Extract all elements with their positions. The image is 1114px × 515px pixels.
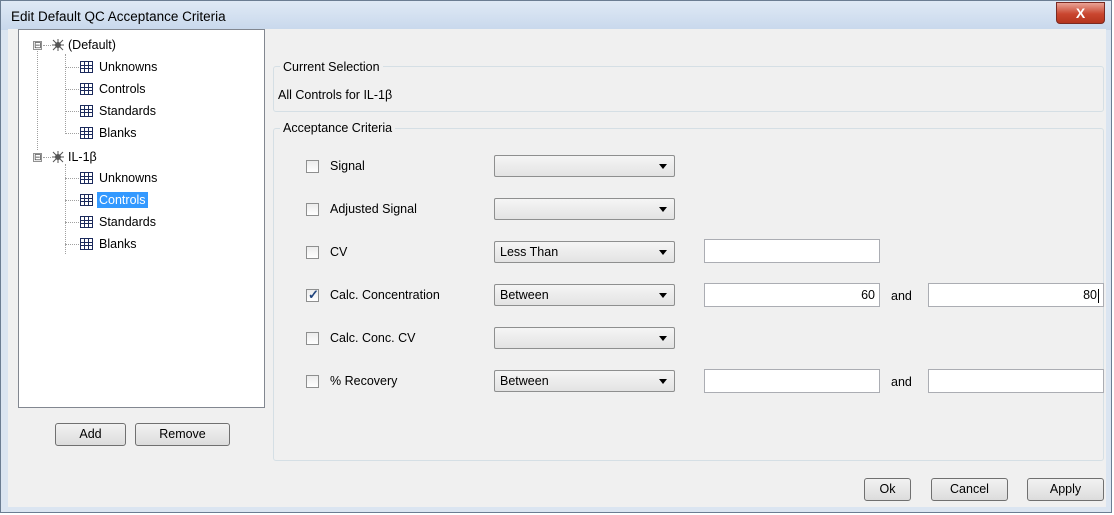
current-selection-title: Current Selection (280, 60, 383, 74)
cv-checkbox[interactable] (306, 246, 319, 259)
calc-conc-cv-checkbox[interactable] (306, 332, 319, 345)
signal-operator-dropdown[interactable] (494, 155, 675, 177)
table-icon (80, 61, 93, 73)
cv-value-input[interactable] (704, 239, 880, 263)
apply-button[interactable]: Apply (1027, 478, 1104, 501)
tree-node-il1b[interactable]: ⊟ IL-1β (19, 149, 259, 165)
chevron-down-icon (659, 207, 667, 212)
ok-button[interactable]: Ok (864, 478, 911, 501)
chevron-down-icon (659, 164, 667, 169)
text-cursor (1098, 288, 1099, 303)
criteria-label: CV (330, 245, 348, 259)
acceptance-criteria-title: Acceptance Criteria (280, 121, 396, 135)
table-icon (80, 194, 93, 206)
tree-node-label: Standards (99, 104, 156, 118)
window-title: Edit Default QC Acceptance Criteria (11, 9, 226, 24)
tree-node-label: Blanks (99, 126, 137, 140)
add-button[interactable]: Add (55, 423, 126, 446)
table-icon (80, 83, 93, 95)
table-icon (80, 127, 93, 139)
calc-concentration-checkbox[interactable] (306, 287, 319, 303)
analyte-icon (52, 151, 64, 163)
dropdown-value: Between (500, 288, 549, 302)
adjusted-signal-operator-dropdown[interactable] (494, 198, 675, 220)
tree-node-il1b-blanks[interactable]: Blanks (19, 236, 259, 252)
calc-concentration-min-input[interactable]: 60 (704, 283, 880, 307)
chevron-down-icon (659, 250, 667, 255)
dropdown-value: Less Than (500, 245, 559, 259)
max-value-text: 80 (1083, 288, 1097, 302)
tree-node-label: Standards (99, 215, 156, 229)
tree-node-default-unknowns[interactable]: Unknowns (19, 59, 259, 75)
and-label: and (891, 375, 912, 389)
collapse-icon[interactable]: ⊟ (33, 41, 42, 50)
cancel-label: Cancel (950, 482, 989, 496)
tree-node-label: Unknowns (99, 171, 158, 185)
tree-node-il1b-controls[interactable]: Controls (19, 192, 259, 208)
tree-node-il1b-standards[interactable]: Standards (19, 214, 259, 230)
tree-node-default-controls[interactable]: Controls (19, 81, 259, 97)
tree-node-default[interactable]: ⊟ (Default) (19, 37, 259, 53)
tree-node-il1b-unknowns[interactable]: Unknowns (19, 170, 259, 186)
chevron-down-icon (659, 336, 667, 341)
remove-button[interactable]: Remove (135, 423, 230, 446)
tree-node-label-selected: Controls (97, 192, 148, 208)
chevron-down-icon (659, 379, 667, 384)
calc-conc-cv-operator-dropdown[interactable] (494, 327, 675, 349)
recovery-max-input[interactable] (928, 369, 1104, 393)
tree-node-label: Controls (99, 82, 146, 96)
recovery-checkbox[interactable] (306, 375, 319, 388)
analyte-icon (52, 39, 64, 51)
criteria-label: Adjusted Signal (330, 202, 417, 216)
current-selection-group (273, 66, 1104, 112)
apply-label: Apply (1049, 482, 1082, 496)
criteria-label: Calc. Conc. CV (330, 331, 416, 345)
dropdown-value: Between (500, 374, 549, 388)
tree-node-default-standards[interactable]: Standards (19, 103, 259, 119)
tree-node-label: (Default) (68, 38, 116, 52)
criteria-label: Signal (330, 159, 365, 173)
adjusted-signal-checkbox[interactable] (306, 203, 319, 216)
signal-checkbox[interactable] (306, 160, 319, 173)
tree-node-label: IL-1β (68, 150, 97, 164)
cancel-button[interactable]: Cancel (931, 478, 1008, 501)
close-button[interactable]: X (1056, 2, 1105, 24)
current-selection-text: All Controls for IL-1β (278, 88, 393, 102)
recovery-min-input[interactable] (704, 369, 880, 393)
tree-node-label: Blanks (99, 237, 137, 251)
criteria-label: Calc. Concentration (330, 288, 440, 302)
table-icon (80, 105, 93, 117)
recovery-operator-dropdown[interactable]: Between (494, 370, 675, 392)
table-icon (80, 238, 93, 250)
criteria-label: % Recovery (330, 374, 398, 388)
calc-concentration-operator-dropdown[interactable]: Between (494, 284, 675, 306)
cv-operator-dropdown[interactable]: Less Than (494, 241, 675, 263)
title-bar[interactable]: Edit Default QC Acceptance Criteria X (1, 1, 1111, 30)
tree-view[interactable]: ⊟ (Default) Unknowns Controls Standards … (18, 29, 265, 408)
chevron-down-icon (659, 293, 667, 298)
ok-label: Ok (879, 482, 896, 496)
calc-concentration-max-input[interactable]: 80 (928, 283, 1104, 307)
and-label: and (891, 289, 912, 303)
tree-node-default-blanks[interactable]: Blanks (19, 125, 259, 141)
table-icon (80, 216, 93, 228)
tree-node-label: Unknowns (99, 60, 158, 74)
collapse-icon[interactable]: ⊟ (33, 153, 42, 162)
table-icon (80, 172, 93, 184)
